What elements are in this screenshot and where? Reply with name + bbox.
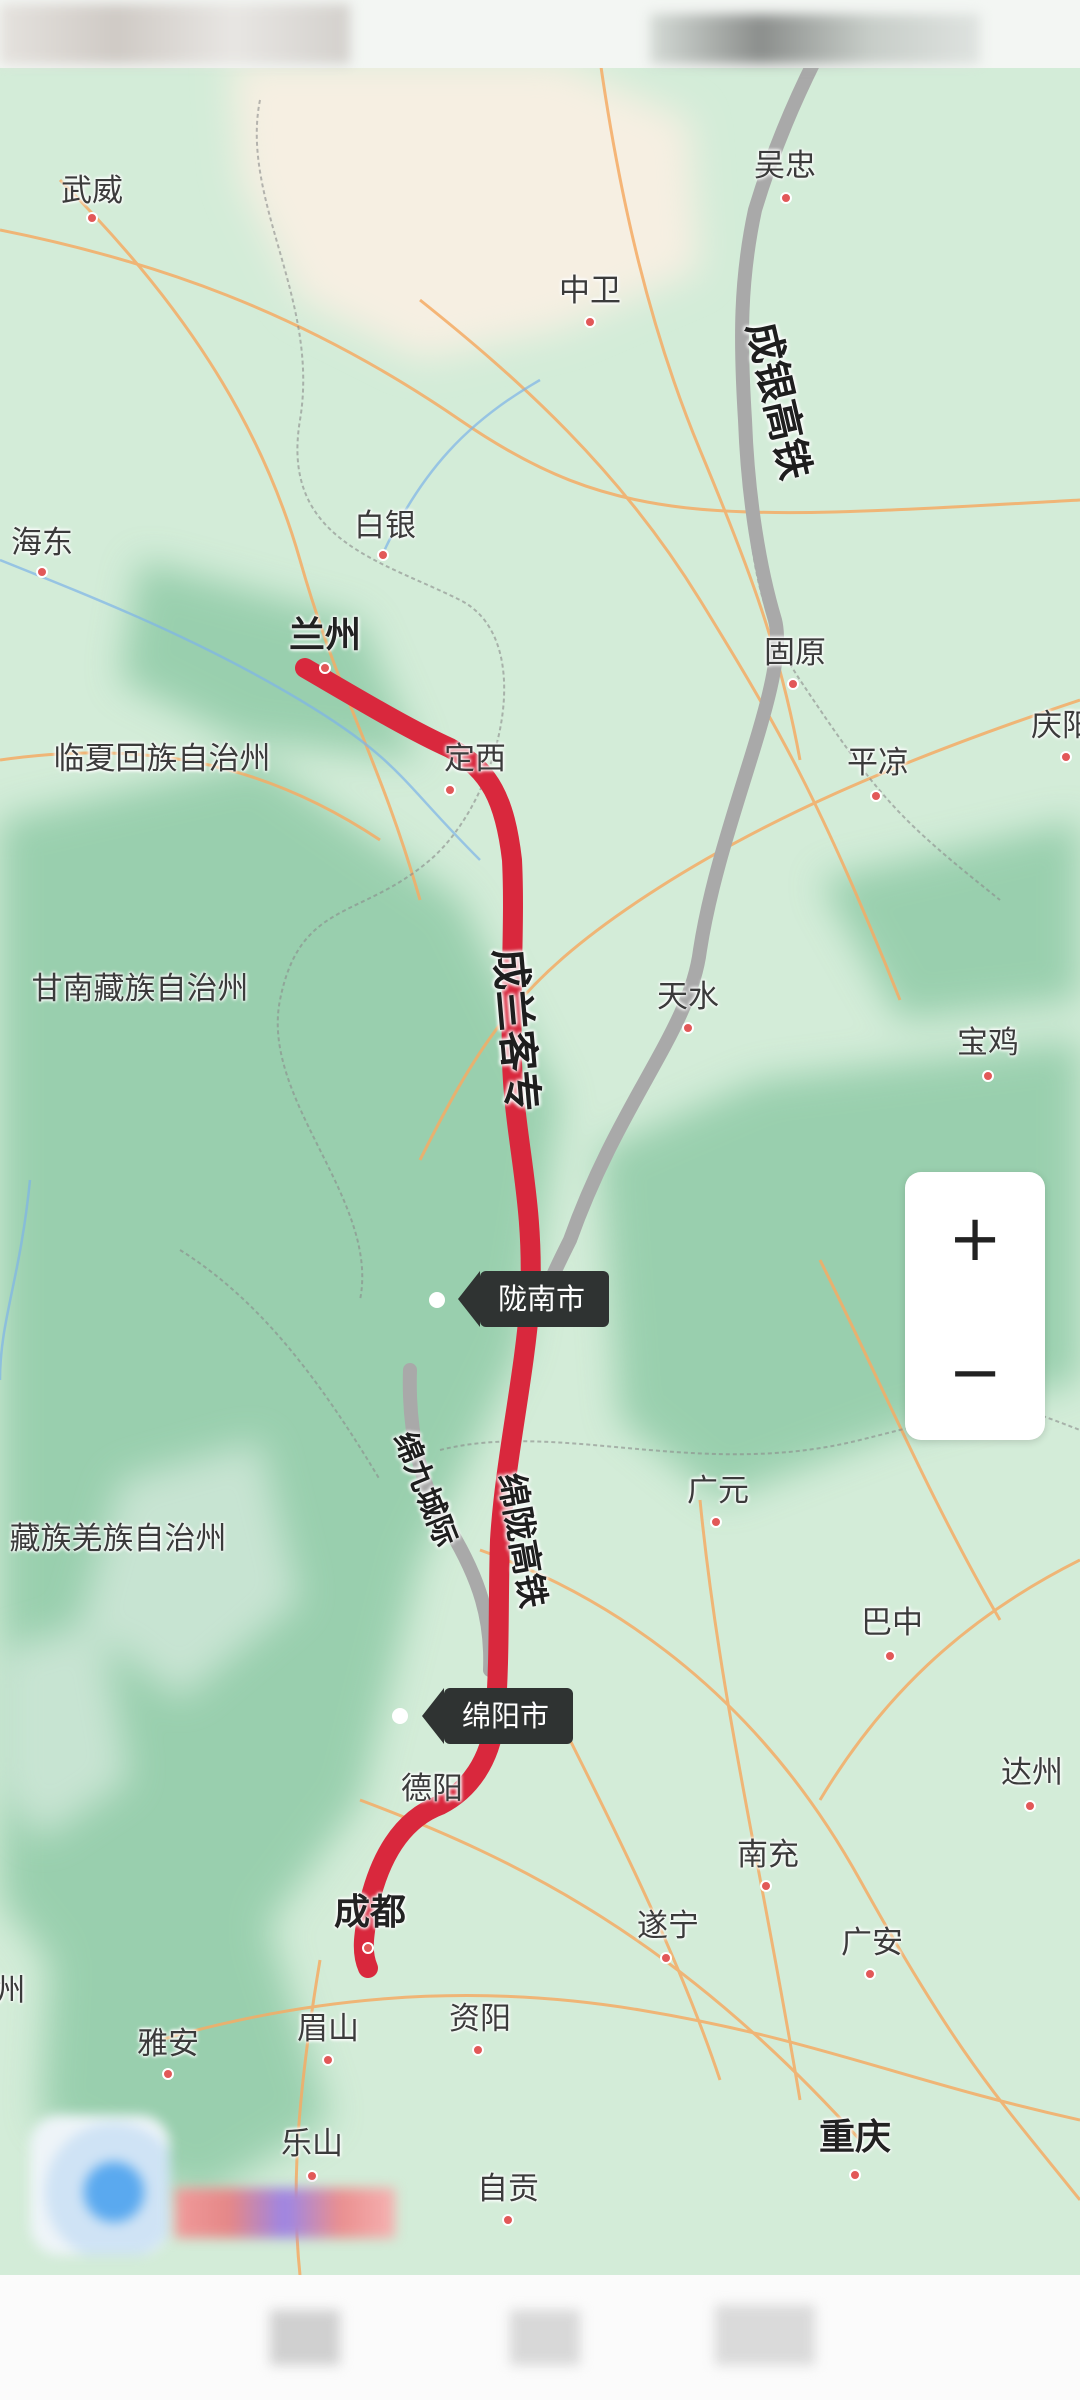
city-dot-yaan[interactable] xyxy=(162,2068,174,2080)
city-dot-suining[interactable] xyxy=(660,1952,672,1964)
city-dot-baoji[interactable] xyxy=(982,1070,994,1082)
tag-longnan[interactable]: 陇南市 xyxy=(457,1271,610,1327)
city-dot-wuwei[interactable] xyxy=(86,212,98,224)
city-dot-guangyuan[interactable] xyxy=(710,1516,722,1528)
city-dot-lanzhou[interactable] xyxy=(319,662,331,674)
city-label-suining[interactable]: 遂宁 xyxy=(637,1900,699,1945)
city-dot-guyuan[interactable] xyxy=(787,678,799,690)
city-label-guyuan[interactable]: 固原 xyxy=(764,627,826,672)
tag-mianyang[interactable]: 绵阳市 xyxy=(421,1688,574,1744)
city-dot-dazhou[interactable] xyxy=(1024,1800,1036,1812)
city-label-dingxi[interactable]: 定西 xyxy=(444,733,506,778)
city-label-gannan[interactable]: 甘南藏族自治州 xyxy=(32,963,249,1008)
city-dot-zhongwei[interactable] xyxy=(584,316,596,328)
city-label-zigong[interactable]: 自贡 xyxy=(477,2163,539,2208)
city-label-pingliang[interactable]: 平凉 xyxy=(847,737,909,782)
city-label-tianshui[interactable]: 天水 xyxy=(657,971,719,1016)
city-label-zhongwei[interactable]: 中卫 xyxy=(559,265,621,310)
city-label-wuwei[interactable]: 武威 xyxy=(61,165,123,210)
city-label-guangan[interactable]: 广安 xyxy=(841,1917,903,1962)
city-label-aba[interactable]: 藏族羌族自治州 xyxy=(10,1513,227,1558)
city-dot-wuzhong[interactable] xyxy=(780,192,792,204)
city-label-dazhou[interactable]: 达州 xyxy=(1001,1747,1063,1792)
zoom-out-button[interactable]: − xyxy=(905,1306,1045,1440)
map-canvas[interactable] xyxy=(0,0,1080,2275)
map-view[interactable]: 武威中卫 吴忠海东 白银兰州 固原临夏回族自治州 定西 平凉 庆阳甘南藏族自治州 天水宝鸡广元… xyxy=(0,0,1080,2275)
city-dot-chengdu[interactable] xyxy=(362,1942,374,1954)
city-dot-ziyang[interactable] xyxy=(472,2044,484,2056)
city-dot-chongqing[interactable] xyxy=(849,2169,861,2181)
city-dot-qingyang[interactable] xyxy=(1060,751,1072,763)
avatar[interactable] xyxy=(30,2115,170,2255)
city-label-linxia[interactable]: 临夏回族自治州 xyxy=(54,733,271,778)
color-swatch-strip xyxy=(175,2188,395,2238)
city-dot-nanchong[interactable] xyxy=(760,1880,772,1892)
bottom-button-2[interactable] xyxy=(510,2310,580,2365)
city-label-ziyang[interactable]: 资阳 xyxy=(449,1993,511,2038)
city-dot-haidong[interactable] xyxy=(36,566,48,578)
city-label-bazhong[interactable]: 巴中 xyxy=(861,1597,923,1642)
mianyang-marker[interactable] xyxy=(392,1708,408,1724)
city-dot-pingliang[interactable] xyxy=(870,790,882,802)
top-bar-right-content xyxy=(650,14,980,64)
city-label-leshan[interactable]: 乐山 xyxy=(281,2118,343,2163)
city-label-qingyang[interactable]: 庆阳 xyxy=(1031,700,1080,745)
zoom-controls: + − xyxy=(905,1172,1045,1440)
bottom-bar xyxy=(0,2275,1080,2400)
city-dot-leshan[interactable] xyxy=(306,2170,318,2182)
city-dot-dingxi[interactable] xyxy=(444,784,456,796)
city-label-baiyin[interactable]: 白银 xyxy=(354,500,416,545)
city-dot-baiyin[interactable] xyxy=(377,549,389,561)
zoom-in-button[interactable]: + xyxy=(905,1172,1045,1306)
top-bar-left-content xyxy=(0,4,350,64)
bottom-button-3[interactable] xyxy=(715,2305,815,2365)
city-dot-guangan[interactable] xyxy=(864,1968,876,1980)
city-dot-zigong[interactable] xyxy=(502,2214,514,2226)
city-label-baoji[interactable]: 宝鸡 xyxy=(957,1017,1019,1062)
city-label-lanzhou[interactable]: 兰州 xyxy=(289,606,361,658)
city-label-meishan[interactable]: 眉山 xyxy=(297,2003,359,2048)
city-label-chongqing[interactable]: 重庆 xyxy=(819,2108,891,2160)
city-label-deyang[interactable]: 德阳 xyxy=(401,1763,463,1808)
city-label-wuzhong[interactable]: 吴忠 xyxy=(754,140,816,185)
city-label-edge-zhou[interactable]: 州 xyxy=(0,1965,26,2010)
longnan-marker[interactable] xyxy=(429,1292,445,1308)
city-label-chengdu[interactable]: 成都 xyxy=(334,1883,406,1935)
top-bar xyxy=(0,0,1080,68)
city-label-haidong[interactable]: 海东 xyxy=(11,517,73,562)
bottom-button-1[interactable] xyxy=(270,2310,340,2365)
city-label-guangyuan[interactable]: 广元 xyxy=(687,1465,749,1510)
city-label-nanchong[interactable]: 南充 xyxy=(737,1829,799,1874)
city-dot-bazhong[interactable] xyxy=(884,1650,896,1662)
city-dot-meishan[interactable] xyxy=(322,2054,334,2066)
city-label-yaan[interactable]: 雅安 xyxy=(137,2018,199,2063)
city-dot-tianshui[interactable] xyxy=(682,1022,694,1034)
